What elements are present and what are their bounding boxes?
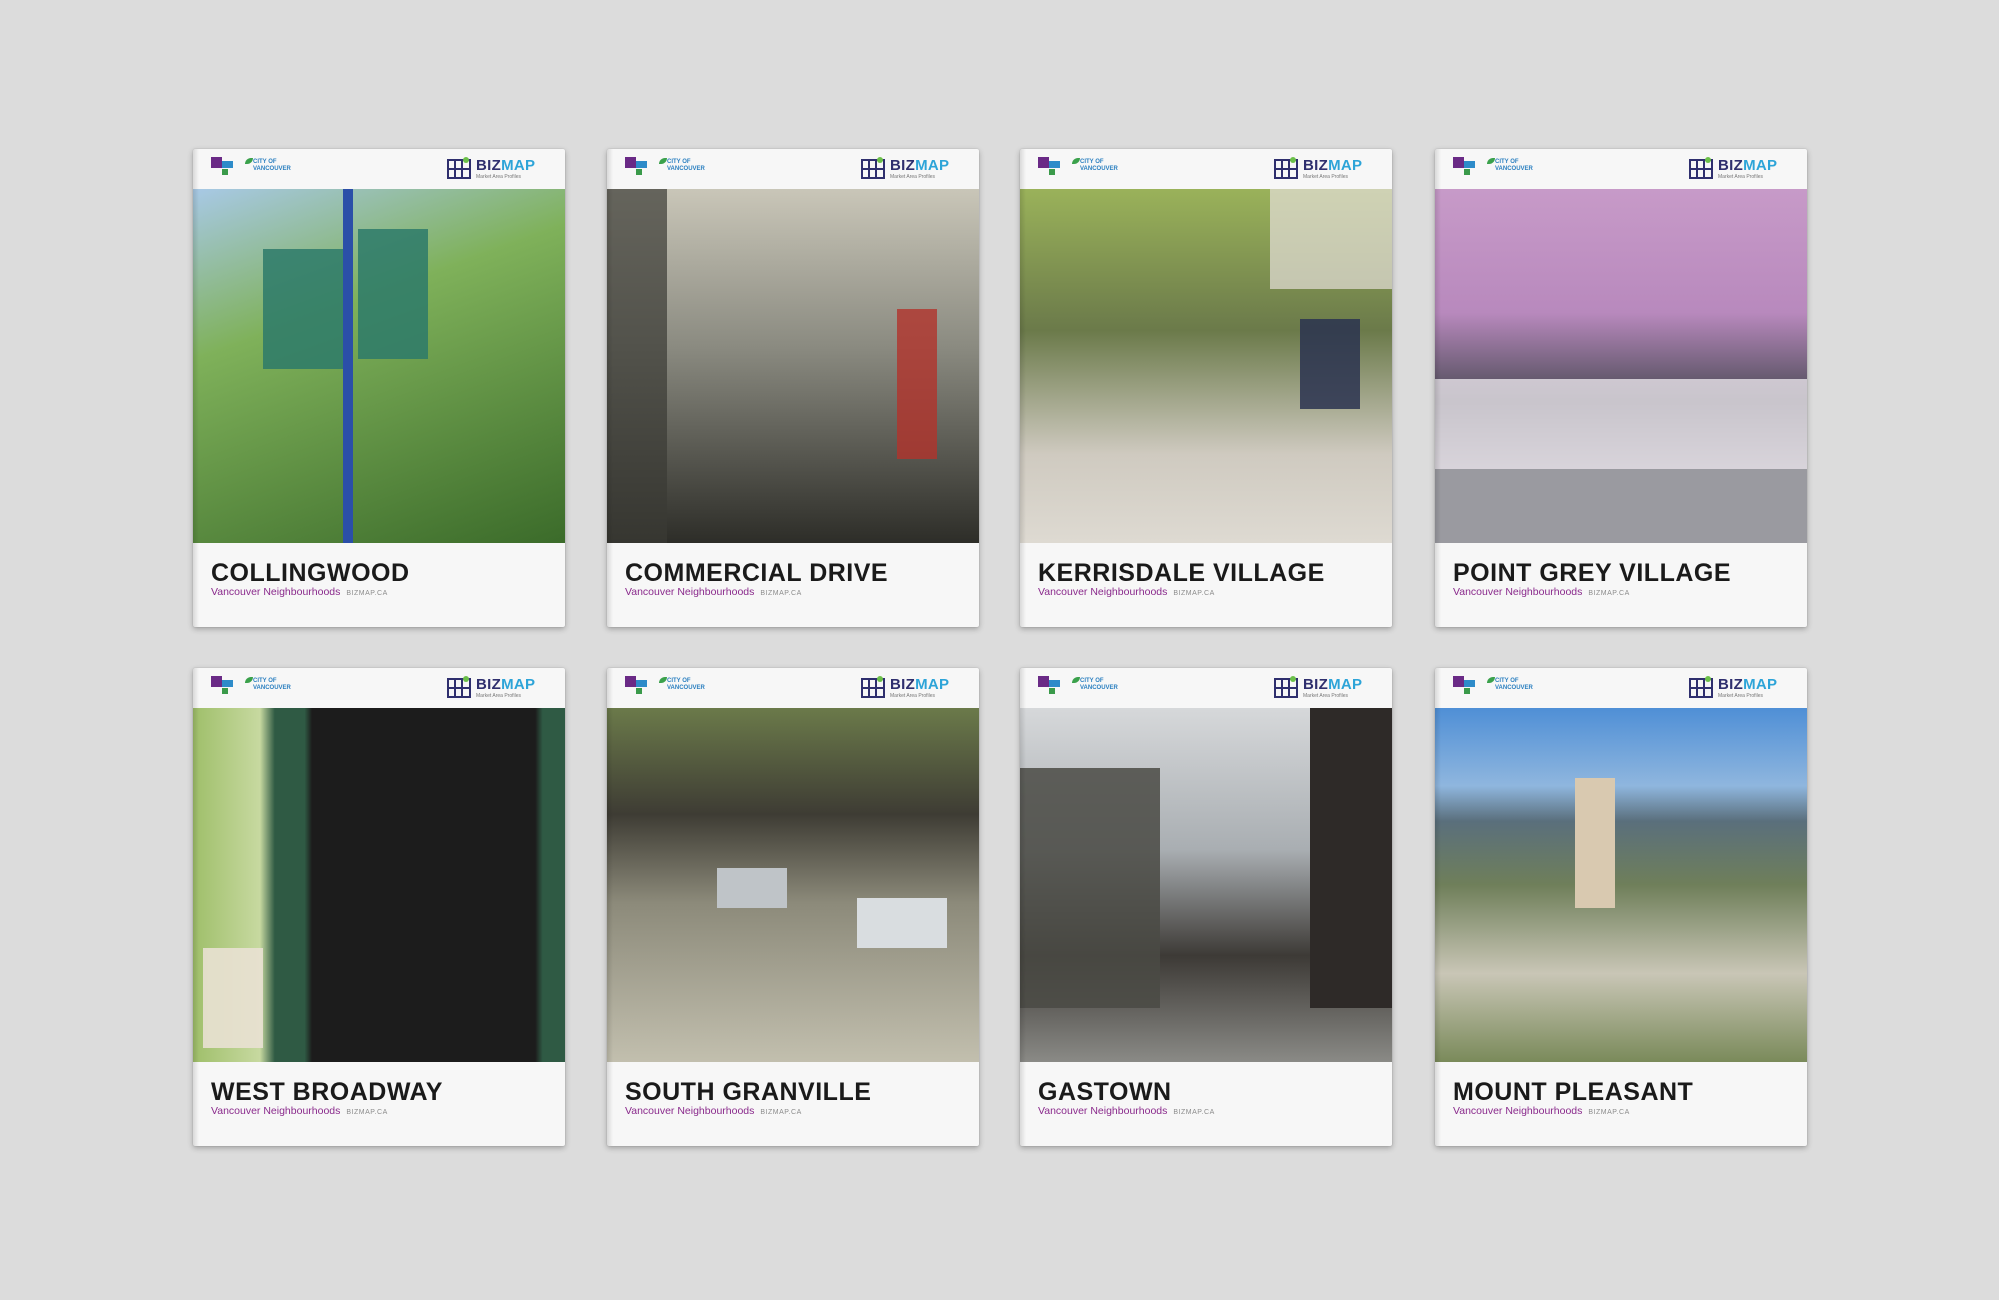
city-of-vancouver-logo: CITY OF VANCOUVER bbox=[1453, 157, 1563, 181]
booklet-site: BIZMAP.CA bbox=[1173, 1109, 1215, 1116]
booklet-site: BIZMAP.CA bbox=[1173, 590, 1215, 597]
booklet-site: BIZMAP.CA bbox=[1588, 1109, 1630, 1116]
booklet-site: BIZMAP.CA bbox=[1588, 590, 1630, 597]
cover-photo bbox=[1020, 708, 1392, 1062]
bizmap-logo: BIZMAP Market Area Profiles bbox=[447, 675, 549, 701]
booklet-site: BIZMAP.CA bbox=[760, 1109, 802, 1116]
cover-photo bbox=[1435, 189, 1807, 543]
booklet-site: BIZMAP.CA bbox=[760, 590, 802, 597]
booklet-header: CITY OF VANCOUVER BIZMAP Market Area Prof… bbox=[1435, 149, 1807, 189]
booklet-subtitle: Vancouver Neighbourhoods bbox=[625, 1105, 755, 1117]
booklet-title: COLLINGWOOD bbox=[211, 559, 410, 587]
bizmap-grid-icon bbox=[1274, 676, 1298, 698]
booklet-site: BIZMAP.CA bbox=[346, 590, 388, 597]
booklet-subtitle: Vancouver Neighbourhoods bbox=[1453, 586, 1583, 598]
booklet-title: MOUNT PLEASANT bbox=[1453, 1078, 1694, 1106]
booklet-header: CITY OF VANCOUVER BIZMAP Market Area Prof… bbox=[1020, 668, 1392, 708]
booklet-header: CITY OF VANCOUVER BIZMAP Market Area Prof… bbox=[607, 149, 979, 189]
bizmap-logo: BIZMAP Market Area Profiles bbox=[1689, 675, 1791, 701]
booklet-kerrisdale-village[interactable]: CITY OF VANCOUVER BIZMAP Market Area Prof… bbox=[1020, 149, 1392, 627]
bizmap-logo: BIZMAP Market Area Profiles bbox=[447, 156, 549, 182]
booklet-title: POINT GREY VILLAGE bbox=[1453, 559, 1732, 587]
cover-photo bbox=[1020, 189, 1392, 543]
booklet-title: SOUTH GRANVILLE bbox=[625, 1078, 872, 1106]
cover-photo bbox=[1435, 708, 1807, 1062]
bizmap-grid-icon bbox=[1689, 157, 1713, 179]
city-of-vancouver-logo: CITY OF VANCOUVER bbox=[1038, 157, 1148, 181]
city-of-vancouver-logo: CITY OF VANCOUVER bbox=[211, 157, 321, 181]
bizmap-grid-icon bbox=[447, 676, 471, 698]
cover-photo bbox=[193, 189, 565, 543]
booklet-subtitle: Vancouver Neighbourhoods bbox=[1038, 586, 1168, 598]
cover-photo bbox=[193, 708, 565, 1062]
booklet-header: CITY OF VANCOUVER BIZMAP Market Area Prof… bbox=[193, 668, 565, 708]
booklet-point-grey-village[interactable]: CITY OF VANCOUVER BIZMAP Market Area Prof… bbox=[1435, 149, 1807, 627]
bizmap-grid-icon bbox=[1274, 157, 1298, 179]
booklet-site: BIZMAP.CA bbox=[346, 1109, 388, 1116]
booklet-subtitle: Vancouver Neighbourhoods bbox=[1453, 1105, 1583, 1117]
city-of-vancouver-logo: CITY OF VANCOUVER bbox=[1038, 676, 1148, 700]
booklet-subtitle: Vancouver Neighbourhoods bbox=[1038, 1105, 1168, 1117]
booklet-commercial-drive[interactable]: CITY OF VANCOUVER BIZMAP Market Area Prof… bbox=[607, 149, 979, 627]
booklet-gastown[interactable]: CITY OF VANCOUVER BIZMAP Market Area Prof… bbox=[1020, 668, 1392, 1146]
bizmap-grid-icon bbox=[861, 676, 885, 698]
booklet-title: KERRISDALE VILLAGE bbox=[1038, 559, 1325, 587]
bizmap-logo: BIZMAP Market Area Profiles bbox=[861, 675, 963, 701]
city-of-vancouver-logo: CITY OF VANCOUVER bbox=[625, 157, 735, 181]
city-of-vancouver-logo: CITY OF VANCOUVER bbox=[1453, 676, 1563, 700]
bizmap-grid-icon bbox=[861, 157, 885, 179]
bizmap-logo: BIZMAP Market Area Profiles bbox=[1274, 675, 1376, 701]
booklet-subtitle: Vancouver Neighbourhoods bbox=[211, 586, 341, 598]
booklet-header: CITY OF VANCOUVER BIZMAP Market Area Prof… bbox=[1435, 668, 1807, 708]
booklet-title: WEST BROADWAY bbox=[211, 1078, 443, 1106]
bizmap-grid-icon bbox=[1689, 676, 1713, 698]
booklet-west-broadway[interactable]: CITY OF VANCOUVER BIZMAP Market Area Prof… bbox=[193, 668, 565, 1146]
cover-photo bbox=[607, 708, 979, 1062]
booklet-header: CITY OF VANCOUVER BIZMAP Market Area Prof… bbox=[607, 668, 979, 708]
booklet-collingwood[interactable]: CITY OF VANCOUVER BIZMAP Market Area Prof… bbox=[193, 149, 565, 627]
booklet-title: GASTOWN bbox=[1038, 1078, 1172, 1106]
bizmap-logo: BIZMAP Market Area Profiles bbox=[1689, 156, 1791, 182]
bizmap-logo: BIZMAP Market Area Profiles bbox=[861, 156, 963, 182]
cover-photo bbox=[607, 189, 979, 543]
booklet-subtitle: Vancouver Neighbourhoods bbox=[625, 586, 755, 598]
booklet-south-granville[interactable]: CITY OF VANCOUVER BIZMAP Market Area Prof… bbox=[607, 668, 979, 1146]
booklet-mount-pleasant[interactable]: CITY OF VANCOUVER BIZMAP Market Area Prof… bbox=[1435, 668, 1807, 1146]
bizmap-grid-icon bbox=[447, 157, 471, 179]
booklet-subtitle: Vancouver Neighbourhoods bbox=[211, 1105, 341, 1117]
city-of-vancouver-logo: CITY OF VANCOUVER bbox=[625, 676, 735, 700]
city-of-vancouver-logo: CITY OF VANCOUVER bbox=[211, 676, 321, 700]
booklet-title: COMMERCIAL DRIVE bbox=[625, 559, 889, 587]
bizmap-logo: BIZMAP Market Area Profiles bbox=[1274, 156, 1376, 182]
booklet-header: CITY OF VANCOUVER BIZMAP Market Area Prof… bbox=[193, 149, 565, 189]
booklet-header: CITY OF VANCOUVER BIZMAP Market Area Prof… bbox=[1020, 149, 1392, 189]
